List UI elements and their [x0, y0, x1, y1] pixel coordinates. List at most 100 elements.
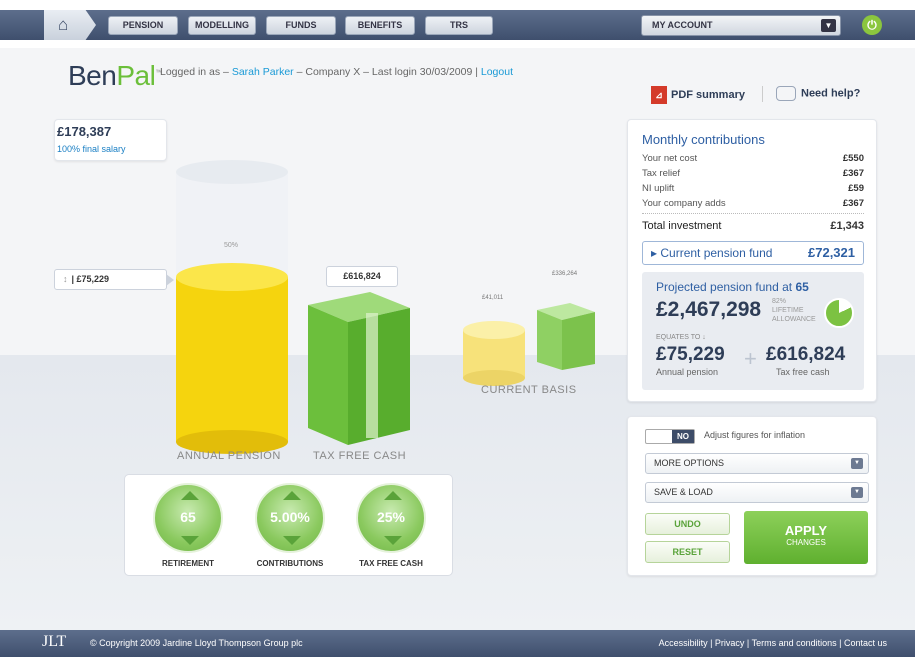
- pension-tag-value: £75,229: [76, 274, 110, 284]
- projected-value: £2,467,298: [656, 298, 762, 321]
- user-name[interactable]: Sarah Parker: [232, 66, 294, 78]
- tax-free-cash-dial[interactable]: 25%: [356, 483, 426, 553]
- retirement-value: 65: [180, 509, 196, 525]
- retirement-label: RETIREMENT: [162, 559, 214, 568]
- row-tax-relief: Tax relief £367: [642, 168, 864, 179]
- row-total: Total investment £1,343: [642, 220, 864, 232]
- decrease-icon[interactable]: [283, 536, 301, 545]
- tax-free-cash-label: TAX FREE CASH: [313, 450, 407, 462]
- increase-icon[interactable]: [181, 491, 199, 500]
- projected-fund-box: Projected pension fund at 65 £2,467,298 …: [642, 272, 864, 390]
- percent-label: 50%: [224, 242, 239, 249]
- current-cash-side: [537, 310, 562, 370]
- account-label: MY ACCOUNT: [652, 20, 713, 30]
- logo-pal: Pal: [116, 60, 156, 91]
- tab-benefits[interactable]: BENEFITS: [345, 16, 415, 35]
- apply-changes-button[interactable]: APPLY CHANGES: [744, 511, 868, 564]
- undo-button[interactable]: UNDO: [645, 513, 730, 535]
- total-label: Total investment: [642, 220, 722, 232]
- current-cash-front: [562, 312, 595, 370]
- divider: [762, 86, 763, 102]
- home-button[interactable]: ⌂: [44, 10, 96, 40]
- equates-label: EQUATES TO ↓: [656, 334, 706, 341]
- row-value: £550: [842, 153, 864, 164]
- retirement-dial[interactable]: 65: [153, 483, 223, 553]
- row-value: £367: [842, 168, 864, 179]
- tab-modelling[interactable]: MODELLING: [188, 16, 256, 35]
- increase-icon[interactable]: [384, 491, 402, 500]
- contributions-label: CONTRIBUTIONS: [256, 559, 324, 568]
- total-value: £1,343: [830, 220, 864, 232]
- projected-prefix: Projected pension fund at: [656, 280, 796, 294]
- increase-icon[interactable]: [283, 491, 301, 500]
- pension-visual: [176, 160, 595, 454]
- help-label: Need help?: [801, 87, 861, 100]
- logout-link[interactable]: Logout: [481, 66, 513, 78]
- row-label: NI uplift: [642, 183, 675, 194]
- more-options-dropdown[interactable]: MORE OPTIONS ▼: [645, 453, 869, 474]
- cash-tag-value: £616,824: [343, 271, 381, 281]
- apply-label: APPLY: [784, 523, 828, 538]
- pension-drag-handle[interactable]: ↕ | £75,229: [54, 269, 174, 290]
- current-pension-fund[interactable]: ▸ Current pension fund £72,321: [642, 241, 864, 265]
- chevron-down-icon: ▼: [851, 487, 863, 498]
- lifetime-pct: 82%: [772, 298, 787, 305]
- cash-tag[interactable]: £616,824: [326, 266, 398, 287]
- logo-ben: Ben: [68, 60, 117, 91]
- row-value: £59: [848, 183, 864, 194]
- row-net-cost: Your net cost £550: [642, 153, 864, 164]
- salary-value: £178,387: [57, 124, 112, 139]
- pdf-summary-link[interactable]: ⊿ PDF summary: [651, 86, 745, 104]
- tab-pension[interactable]: PENSION: [108, 16, 178, 35]
- monthly-title: Monthly contributions: [642, 132, 765, 147]
- pension-cylinder: [176, 277, 288, 442]
- updown-icon: ↕: [63, 274, 68, 284]
- row-label: Your net cost: [642, 153, 698, 164]
- pdf-icon: ⊿: [651, 86, 667, 104]
- footer-links[interactable]: Accessibility | Privacy | Terms and cond…: [659, 638, 887, 648]
- power-icon[interactable]: ⏻: [862, 15, 882, 35]
- inflation-toggle[interactable]: NO: [645, 429, 695, 444]
- projected-age: 65: [795, 280, 809, 294]
- tax-free-cash-dial-label: TAX FREE CASH: [359, 559, 423, 568]
- need-help-link[interactable]: Need help?: [776, 86, 860, 101]
- final-salary-card: £178,387 100% final salary: [54, 119, 167, 161]
- footer: JLT © Copyright 2009 Jardine Lloyd Thomp…: [0, 630, 915, 657]
- row-label: Your company adds: [642, 198, 726, 209]
- current-pension-small: £41,011: [482, 295, 504, 301]
- annual-pension-value: £75,229: [656, 344, 725, 365]
- copyright: © Copyright 2009 Jardine Lloyd Thompson …: [90, 638, 303, 648]
- tab-trs[interactable]: TRS: [425, 16, 493, 35]
- cash-stack-front: [348, 308, 410, 445]
- monthly-contributions-panel: Monthly contributions Your net cost £550 …: [627, 119, 877, 402]
- inflation-label: Adjust figures for inflation: [704, 430, 806, 440]
- lifetime-allowance: 82% LIFETIME ALLOWANCE: [772, 297, 816, 324]
- glass-top: [176, 160, 288, 184]
- account-dropdown[interactable]: MY ACCOUNT ▼: [641, 15, 841, 36]
- current-pension-top: [463, 321, 525, 339]
- row-label: Tax relief: [642, 168, 681, 179]
- annual-pension-label: ANNUAL PENSION: [177, 450, 281, 462]
- save-load-dropdown[interactable]: SAVE & LOAD ▼: [645, 482, 869, 503]
- chevron-down-icon: ▼: [821, 19, 836, 32]
- toggle-knob: NO: [672, 430, 694, 443]
- home-icon: ⌂: [58, 15, 69, 34]
- contributions-dial[interactable]: 5.00%: [255, 483, 325, 553]
- jlt-logo: JLT: [42, 633, 67, 650]
- current-cash-small: £336,264: [552, 271, 578, 277]
- cash-band: [366, 313, 378, 438]
- more-options-label: MORE OPTIONS: [654, 458, 725, 468]
- cash-stack-side: [308, 305, 348, 445]
- reset-button[interactable]: RESET: [645, 541, 730, 563]
- logo: BenPal™: [68, 60, 162, 92]
- plus-icon: +: [744, 346, 757, 371]
- decrease-icon[interactable]: [181, 536, 199, 545]
- login-prefix: Logged in as –: [160, 66, 232, 78]
- pdf-label: PDF summary: [671, 88, 745, 101]
- decrease-icon[interactable]: [384, 536, 402, 545]
- tab-funds[interactable]: FUNDS: [266, 16, 336, 35]
- salary-sub: 100% final salary: [57, 144, 126, 154]
- allowance-label: ALLOWANCE: [772, 316, 816, 323]
- projected-title: Projected pension fund at 65: [656, 280, 809, 294]
- row-value: £367: [842, 198, 864, 209]
